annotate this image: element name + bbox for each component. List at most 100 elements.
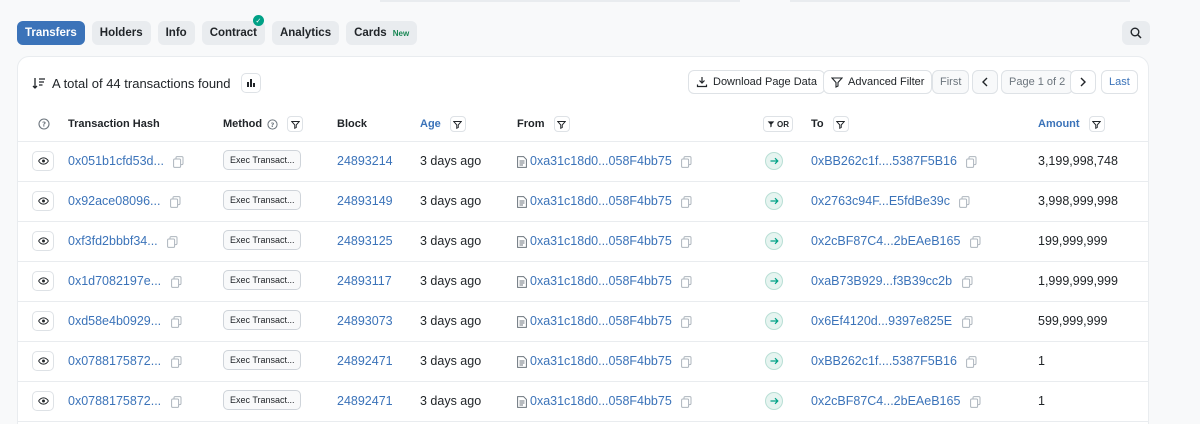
copy-icon[interactable] — [170, 395, 182, 408]
from-address-link[interactable]: 0xa31c18d0...058F4bb75 — [530, 194, 672, 208]
page-label: Page 1 of 2 — [1009, 76, 1066, 88]
method-cell: Exec Transact... — [223, 181, 337, 222]
to-address-link[interactable]: 0x2cBF87C4...2bEAeB165 — [811, 394, 960, 408]
tab-label: Contract — [209, 27, 257, 39]
copy-icon[interactable] — [170, 195, 181, 208]
copy-icon[interactable] — [681, 275, 692, 288]
copy-icon[interactable] — [961, 275, 973, 288]
next-page-button[interactable] — [1070, 70, 1096, 94]
copy-icon[interactable] — [959, 195, 970, 208]
to-address-link[interactable]: 0x2cBF87C4...2bEAeB165 — [811, 234, 960, 248]
header-method: Method ? — [223, 108, 337, 142]
preview-button[interactable] — [32, 311, 54, 331]
block-link[interactable]: 24893117 — [337, 274, 392, 288]
block-link[interactable]: 24893125 — [337, 234, 393, 248]
preview-button[interactable] — [32, 231, 54, 251]
tab-analytics[interactable]: Analytics — [271, 21, 340, 45]
copy-icon[interactable] — [170, 315, 182, 328]
download-page-data-button[interactable]: Download Page Data — [688, 70, 825, 94]
copy-icon[interactable] — [170, 275, 182, 288]
copy-icon[interactable] — [966, 355, 977, 368]
last-page-button[interactable]: Last — [1101, 70, 1138, 94]
transaction-hash-link[interactable]: 0xd58e4b0929... — [68, 314, 161, 328]
copy-icon[interactable] — [170, 355, 182, 368]
tab-info[interactable]: Info — [157, 21, 195, 45]
preview-button[interactable] — [32, 271, 54, 291]
block-link[interactable]: 24893149 — [337, 194, 393, 208]
from-address-link[interactable]: 0xa31c18d0...058F4bb75 — [530, 314, 672, 328]
from-filter-button[interactable] — [553, 116, 570, 133]
search-button[interactable] — [1122, 21, 1150, 45]
or-filter-button[interactable]: OR — [763, 116, 793, 133]
tab-cards[interactable]: Cards New — [346, 21, 418, 45]
age-cell: 3 days ago — [420, 261, 517, 302]
advanced-filter-button[interactable]: Advanced Filter — [823, 70, 933, 94]
copy-icon[interactable] — [966, 155, 977, 168]
arrow-right-icon — [770, 397, 779, 405]
method-badge: Exec Transact... — [223, 349, 301, 370]
copy-icon[interactable] — [681, 155, 692, 168]
from-address-link[interactable]: 0xa31c18d0...058F4bb75 — [530, 274, 672, 288]
tab-holders[interactable]: Holders — [91, 21, 151, 45]
age-label[interactable]: Age — [420, 118, 441, 130]
filter-icon — [836, 120, 846, 129]
to-address-link[interactable]: 0xBB262c1f....5387F5B16 — [811, 154, 957, 168]
copy-icon[interactable] — [969, 395, 981, 408]
copy-icon[interactable] — [681, 315, 692, 328]
to-address-link[interactable]: 0x2763c94F...E5fdBe39c — [811, 194, 950, 208]
copy-icon[interactable] — [681, 235, 692, 248]
direction-badge — [765, 232, 783, 250]
amount-cell: 1 — [1038, 341, 1148, 382]
block-link[interactable]: 24893073 — [337, 314, 393, 328]
transaction-hash-link[interactable]: 0x051b1cfd53d... — [68, 154, 164, 168]
header-help: ? — [18, 108, 68, 142]
header-transaction-hash: Transaction Hash — [68, 108, 223, 142]
preview-button[interactable] — [32, 151, 54, 171]
preview-button[interactable] — [32, 351, 54, 371]
first-page-button[interactable]: First — [932, 70, 970, 94]
copy-icon[interactable] — [681, 355, 692, 368]
prev-page-button[interactable] — [972, 70, 998, 94]
to-address-link[interactable]: 0x6Ef4120d...9397e825E — [811, 314, 952, 328]
to-label: To — [811, 118, 824, 131]
copy-icon[interactable] — [961, 315, 973, 328]
to-filter-button[interactable] — [832, 116, 849, 133]
row-preview-cell — [18, 221, 68, 262]
amount-label[interactable]: Amount — [1038, 118, 1080, 130]
copy-icon[interactable] — [173, 155, 184, 168]
arrow-right-icon — [770, 317, 779, 325]
filter-icon — [290, 120, 300, 129]
to-address-link[interactable]: 0xaB73B929...f3B39cc2b — [811, 274, 952, 288]
preview-button[interactable] — [32, 191, 54, 211]
direction-badge — [765, 392, 783, 410]
tab-transfers[interactable]: Transfers — [17, 21, 85, 45]
transaction-hash-link[interactable]: 0xf3fd2bbbf34... — [68, 234, 158, 248]
from-address-link[interactable]: 0xa31c18d0...058F4bb75 — [530, 234, 672, 248]
from-cell: 0xa31c18d0...058F4bb75 — [517, 141, 755, 182]
tab-contract[interactable]: Contract ✓ — [201, 15, 265, 45]
block-link[interactable]: 24893214 — [337, 154, 393, 168]
transaction-hash-link[interactable]: 0x0788175872... — [68, 394, 161, 408]
block-link[interactable]: 24892471 — [337, 394, 393, 408]
from-address-link[interactable]: 0xa31c18d0...058F4bb75 — [530, 354, 672, 368]
age-cell: 3 days ago — [420, 381, 517, 422]
amount-filter-button[interactable] — [1088, 116, 1105, 133]
copy-icon[interactable] — [969, 235, 981, 248]
copy-icon[interactable] — [681, 195, 692, 208]
from-address-link[interactable]: 0xa31c18d0...058F4bb75 — [530, 394, 672, 408]
from-address-link[interactable]: 0xa31c18d0...058F4bb75 — [530, 154, 672, 168]
age-filter-button[interactable] — [449, 116, 466, 133]
transaction-hash-link[interactable]: 0x92ace08096... — [68, 194, 160, 208]
chart-toggle-button[interactable] — [240, 73, 261, 93]
preview-button[interactable] — [32, 391, 54, 411]
method-filter-button[interactable] — [287, 116, 304, 133]
block-link[interactable]: 24892471 — [337, 354, 393, 368]
to-address-link[interactable]: 0xBB262c1f....5387F5B16 — [811, 354, 957, 368]
transaction-hash-link[interactable]: 0x0788175872... — [68, 354, 161, 368]
copy-icon[interactable] — [681, 395, 692, 408]
transaction-hash-link[interactable]: 0x1d7082197e... — [68, 274, 161, 288]
method-label: Method — [223, 118, 263, 131]
arrow-right-icon — [770, 357, 779, 365]
copy-icon[interactable] — [167, 235, 178, 248]
direction-badge — [765, 272, 783, 290]
